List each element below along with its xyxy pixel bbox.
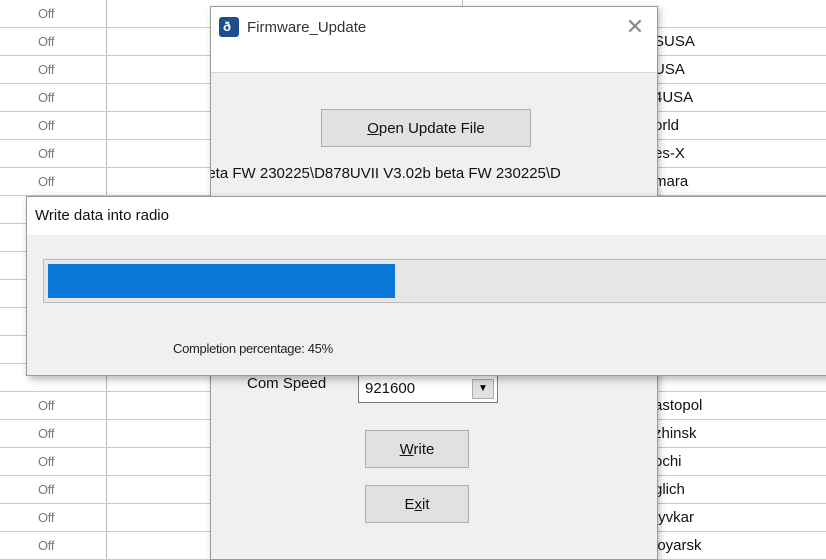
progress-titlebar[interactable]: Write data into radio — [27, 197, 826, 235]
name-cell: orld — [654, 117, 680, 134]
name-cell: 4USA — [654, 89, 694, 106]
com-speed-label: Com Speed — [247, 375, 327, 392]
status-cell: Off — [38, 118, 55, 133]
status-cell: Off — [38, 426, 55, 441]
name-cell — [654, 0, 814, 28]
name-cell: zhinsk — [654, 425, 697, 442]
dialog-title: Firmware_Update — [247, 19, 367, 36]
status-cell: Off — [38, 538, 55, 553]
close-icon[interactable]: ✕ — [623, 15, 647, 39]
status-cell: Off — [38, 398, 55, 413]
status-cell: Off — [38, 174, 55, 189]
app-icon: ð — [219, 17, 239, 37]
firmware-file-path: beta FW 230225\D878UVII V3.02b beta FW 2… — [211, 165, 561, 182]
dialog-titlebar[interactable]: ð Firmware_Update ✕ — [211, 7, 657, 73]
write-progress-dialog: Write data into radio Completion percent… — [26, 196, 826, 376]
name-cell: USA — [654, 61, 685, 78]
open-update-file-button[interactable]: Open Update File — [321, 109, 531, 147]
status-cell: Off — [38, 6, 55, 21]
completion-percentage-text: Completion percentage: 45% — [173, 341, 333, 356]
status-cell: Off — [38, 510, 55, 525]
name-cell: astopol — [654, 397, 703, 414]
name-cell: ochi — [654, 453, 682, 470]
name-cell: mara — [654, 173, 689, 190]
status-cell: Off — [38, 90, 55, 105]
chevron-down-icon[interactable]: ▼ — [472, 379, 494, 399]
progress-title: Write data into radio — [35, 207, 169, 224]
exit-button[interactable]: Exit — [365, 485, 469, 523]
progress-bar — [43, 259, 826, 303]
progress-bar-fill — [48, 264, 395, 298]
write-button[interactable]: Write — [365, 430, 469, 468]
name-cell: ioyarsk — [654, 537, 702, 554]
com-speed-select[interactable]: 921600 ▼ — [358, 375, 498, 403]
status-cell: Off — [38, 146, 55, 161]
status-cell: Off — [38, 62, 55, 77]
status-cell: Off — [38, 482, 55, 497]
status-cell: Off — [38, 34, 55, 49]
name-cell: es-X — [654, 145, 685, 162]
name-cell: tyvkar — [654, 509, 695, 526]
name-cell: glich — [654, 481, 685, 498]
com-speed-value: 921600 — [365, 380, 416, 397]
status-cell: Off — [38, 454, 55, 469]
name-cell: SUSA — [654, 33, 695, 50]
